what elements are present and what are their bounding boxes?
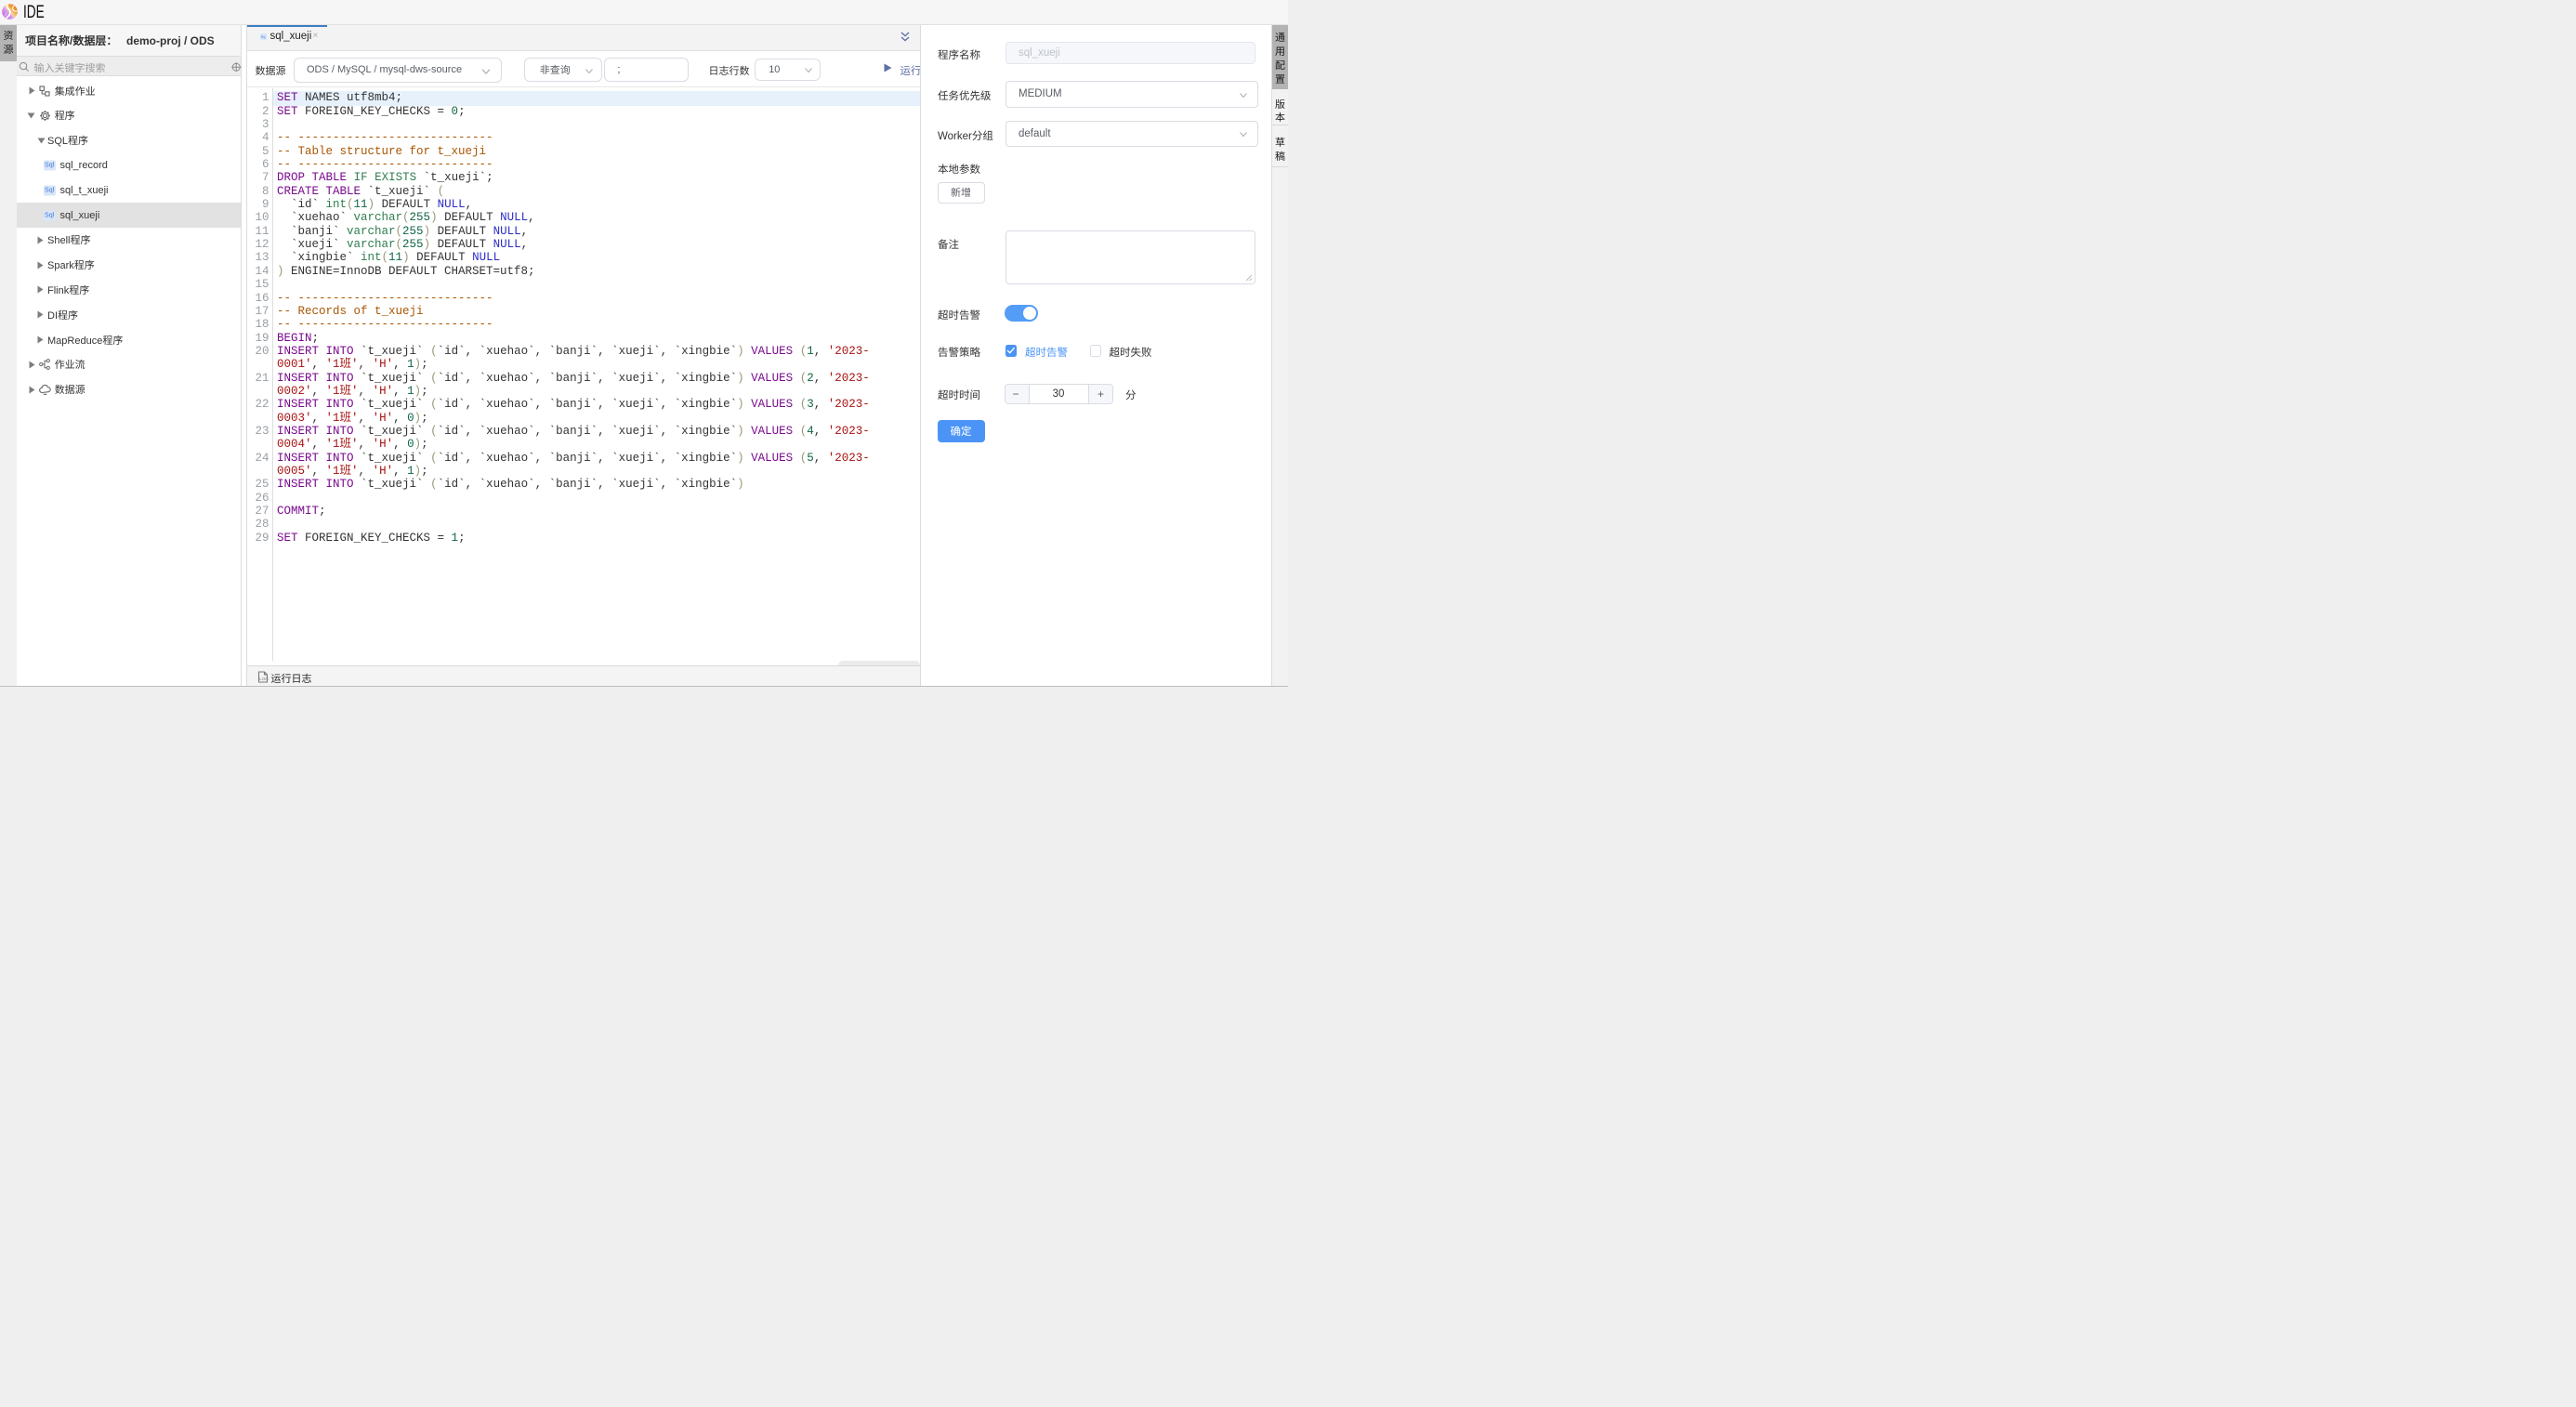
svg-text:LOG: LOG bbox=[259, 677, 269, 681]
